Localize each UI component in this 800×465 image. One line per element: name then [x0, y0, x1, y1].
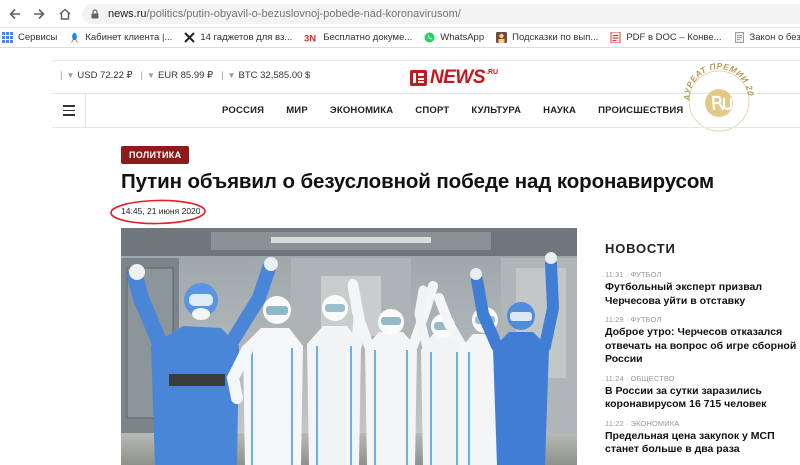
nav-item-economy[interactable]: ЭКОНОМИКА — [330, 105, 393, 116]
bookmark-label: Закон о безопасно... — [749, 32, 800, 43]
forward-icon[interactable] — [30, 5, 48, 23]
currency-rates: | ▼ USD 72.22 ₽ | ▼ EUR 85.99 ₽ | ▼ BTC 32,585… — [60, 70, 318, 81]
bookmarks-bar: Сервисы Кабинет клиента |... 14 гаджетов… — [0, 28, 800, 48]
bookmark-hints[interactable]: Подсказки по вып... — [496, 32, 598, 43]
bookmark-label: Бесплатно докуме... — [323, 32, 413, 43]
3n-icon: 3N — [304, 32, 318, 45]
hamburger-menu-icon[interactable] — [52, 94, 86, 127]
news-logo-icon — [410, 70, 427, 86]
bookmark-services[interactable]: Сервисы — [2, 32, 57, 43]
logo-suffix: .RU — [486, 69, 499, 76]
top-strip: | ▼ USD 72.22 ₽ | ▼ EUR 85.99 ₽ | ▼ BTC 32,585… — [52, 59, 800, 132]
rate-btc: | ▼ BTC 32,585.00 $ — [221, 70, 311, 81]
svg-text:3N: 3N — [304, 34, 316, 44]
bookmark-whatsapp[interactable]: WhatsApp — [424, 32, 484, 43]
arrow-down-icon: ▼ — [66, 71, 75, 80]
bookmark-label: Подсказки по вып... — [512, 32, 599, 43]
nav-item-science[interactable]: НАУКА — [543, 105, 576, 116]
photo-icon — [496, 32, 508, 43]
news-item-title[interactable]: В России за сутки заразились коронавирус… — [605, 385, 800, 412]
news-item[interactable]: 11:24 · ОБЩЕСТВО В России за сутки зараз… — [605, 374, 800, 412]
bookmark-gadgets[interactable]: 14 гаджетов для вз... — [184, 32, 292, 43]
bookmark-label: 14 гаджетов для вз... — [200, 32, 293, 43]
url-path: /politics/putin-obyavil-o-bezuslovnoj-po… — [146, 8, 461, 20]
news-item-title[interactable]: Предельная цена закупок у МСП станет бол… — [605, 430, 800, 457]
news-item[interactable]: 11:29 · ФУТБОЛ Доброе утро: Черчесов отк… — [605, 315, 800, 367]
apps-grid-icon — [2, 32, 13, 43]
news-sidebar: НОВОСТИ 11:31 · ФУТБОЛ Футбольный экспер… — [605, 241, 800, 464]
rubric-badge[interactable]: ПОЛИТИКА — [121, 146, 190, 164]
rate-usd: | ▼ USD 72.22 ₽ — [60, 70, 133, 81]
nav-item-world[interactable]: МИР — [286, 105, 308, 116]
nav-item-culture[interactable]: КУЛЬТУРА — [471, 105, 521, 116]
pdf-icon — [610, 31, 621, 44]
rate-eur: | ▼ EUR 85.99 ₽ — [140, 70, 214, 81]
nav-item-sport[interactable]: СПОРТ — [415, 105, 449, 116]
x-icon — [184, 32, 196, 43]
back-icon[interactable] — [6, 5, 24, 23]
arrow-down-icon: ▼ — [147, 71, 155, 80]
news-item-title[interactable]: Доброе утро: Черчесов отказался отвечать… — [605, 326, 800, 367]
news-item[interactable]: 11:22 · ЭКОНОМИКА Предельная цена закупо… — [605, 419, 800, 457]
lock-icon — [91, 9, 99, 19]
article-title: Путин объявил о безусловной победе над к… — [121, 170, 715, 193]
nav-menu: РОССИЯ МИР ЭКОНОМИКА СПОРТ КУЛЬТУРА НАУК… — [222, 105, 705, 116]
news-item-meta: 11:24 · ОБЩЕСТВО — [605, 373, 675, 383]
news-item-meta: 11:31 · ФУТБОЛ — [605, 270, 662, 279]
news-item-title[interactable]: Футбольный эксперт призвал Черчесова уйт… — [605, 281, 800, 308]
news-item[interactable]: 11:31 · ФУТБОЛ Футбольный эксперт призва… — [605, 270, 800, 308]
bookmark-client-cabinet[interactable]: Кабинет клиента |... — [69, 32, 172, 43]
site-logo[interactable]: NEWS .RU — [410, 66, 498, 90]
bookmark-label: WhatsApp — [440, 32, 485, 43]
whatsapp-icon — [424, 32, 435, 43]
bookmark-label: PDF в DOC – Конве... — [626, 32, 722, 43]
url-host: news.ru — [108, 8, 147, 20]
news-heading: НОВОСТИ — [605, 241, 676, 256]
bookmark-pdf-to-doc[interactable]: PDF в DOC – Конве... — [610, 31, 722, 44]
news-item-meta: 11:22 · ЭКОНОМИКА — [605, 418, 680, 428]
bookmark-free-docs[interactable]: 3N Бесплатно докуме... — [304, 32, 413, 45]
rocket-icon — [69, 32, 80, 43]
address-bar[interactable]: news.ru/politics/putin-obyavil-o-bezuslo… — [82, 4, 800, 24]
doc-icon — [734, 32, 745, 43]
article-photo — [121, 228, 577, 465]
annotation-circle — [110, 199, 206, 225]
main-nav: РОССИЯ МИР ЭКОНОМИКА СПОРТ КУЛЬТУРА НАУК… — [52, 94, 800, 128]
bookmark-label: Сервисы — [18, 32, 58, 43]
logo-text: NEWS — [430, 67, 486, 88]
arrow-down-icon: ▼ — [227, 71, 236, 80]
news-item-meta: 11:29 · ФУТБОЛ — [605, 315, 662, 324]
nav-item-russia[interactable]: РОССИЯ — [222, 105, 264, 116]
browser-toolbar: news.ru/politics/putin-obyavil-o-bezuslo… — [0, 0, 800, 28]
nav-item-incidents[interactable]: ПРОИСШЕСТВИЯ — [598, 105, 683, 116]
bookmark-label: Кабинет клиента |... — [85, 32, 173, 43]
home-icon[interactable] — [56, 5, 74, 23]
bookmark-security-law[interactable]: Закон о безопасно... — [734, 32, 800, 43]
